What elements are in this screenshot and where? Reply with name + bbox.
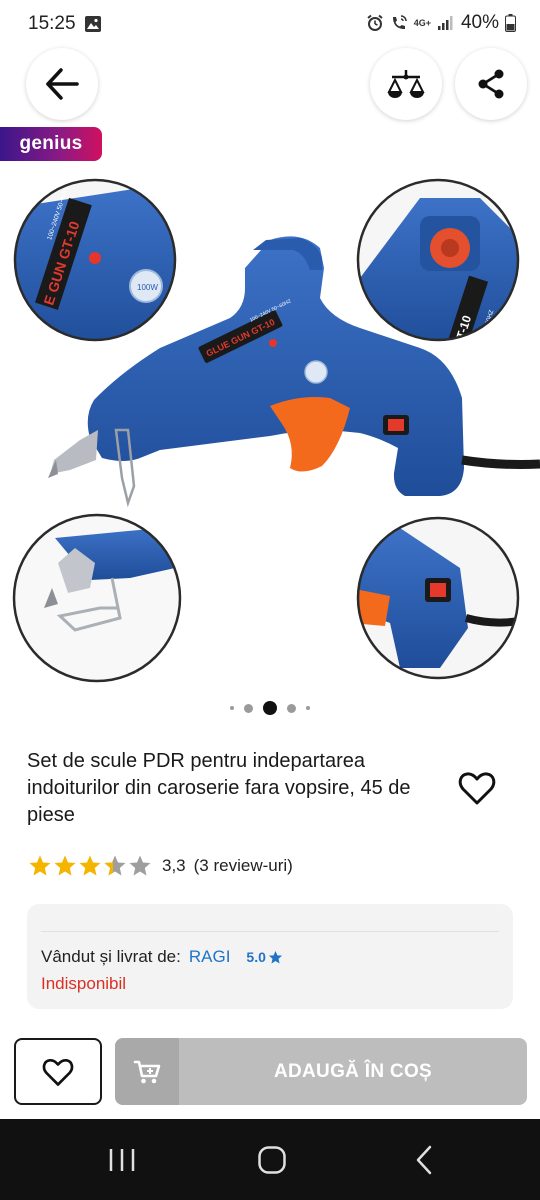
battery-icon [505, 14, 516, 32]
star-empty-icon [129, 855, 151, 876]
wifi-calling-icon [392, 15, 407, 29]
balance-scale-icon [387, 70, 425, 98]
share-button[interactable] [455, 48, 527, 120]
add-to-cart-label: ADAUGĂ ÎN COȘ [273, 1060, 432, 1082]
divider [41, 931, 499, 932]
carousel-dot-4[interactable] [287, 703, 296, 713]
cart-icon [133, 1060, 161, 1083]
star-icon [79, 855, 101, 876]
gallery-icon [85, 16, 101, 32]
product-rating[interactable]: 3,3 (3 review-uri) [28, 854, 293, 878]
home-icon [258, 1145, 286, 1174]
signal-icon [437, 16, 453, 30]
cart-icon-zone [115, 1038, 179, 1105]
product-title: Set de scule PDR pentru indepartarea ind… [27, 750, 411, 826]
rating-stars [28, 854, 152, 878]
compare-button[interactable] [370, 48, 442, 120]
battery-percent: 40% [460, 12, 499, 33]
heart-icon[interactable] [458, 770, 496, 806]
carousel-dot-5[interactable] [306, 706, 310, 710]
status-icons: 4G+ 40% [366, 12, 516, 34]
product-image[interactable]: GLUE GUN GT-10 100~240V 50~60HZ E GUN GT… [0, 168, 540, 690]
status-time: 15:25 [28, 13, 76, 34]
seller-name-link[interactable]: RAGI [189, 947, 231, 967]
carousel-dot-1[interactable] [230, 706, 234, 710]
review-count-link[interactable]: (3 review-uri) [194, 856, 293, 876]
star-icon [54, 855, 76, 876]
arrow-left-icon [46, 68, 79, 100]
add-to-cart-button[interactable]: ADAUGĂ ÎN COȘ [115, 1038, 527, 1105]
home-button[interactable] [222, 1119, 322, 1200]
system-nav-bar [0, 1119, 540, 1200]
add-to-wishlist-button[interactable] [14, 1038, 102, 1105]
network-type: 4G+ [413, 17, 431, 28]
star-icon [29, 855, 51, 876]
seller-score: 5.0 [246, 949, 266, 965]
recent-apps-button[interactable] [72, 1119, 172, 1200]
seller-label: Vândut și livrat de: [41, 947, 181, 966]
system-back-button[interactable] [374, 1119, 474, 1200]
seller-card: Vândut și livrat de: RAGI 5.0 Indisponib… [27, 904, 513, 1009]
carousel-dot-2[interactable] [244, 703, 253, 713]
seller-info: Vândut și livrat de: RAGI 5.0 [41, 947, 283, 967]
recent-apps-icon [109, 1148, 135, 1171]
availability-status: Indisponibil [41, 974, 127, 993]
genius-badge: genius [0, 127, 102, 161]
carousel-dot-3[interactable] [263, 701, 277, 715]
share-icon [478, 69, 504, 99]
star-half-icon [104, 855, 126, 876]
product-image-gallery[interactable]: GLUE GUN GT-10 100~240V 50~60HZ E GUN GT… [0, 168, 540, 690]
detail-seal-text: 100W [137, 283, 158, 292]
heart-icon [42, 1058, 74, 1086]
back-button[interactable] [26, 48, 98, 120]
star-icon [268, 950, 282, 963]
carousel-dots[interactable] [0, 701, 540, 715]
alarm-icon [367, 14, 383, 31]
back-nav-icon [416, 1145, 432, 1174]
status-bar: 15:25 4G+ 40% [0, 0, 540, 50]
rating-value: 3,3 [162, 856, 186, 875]
